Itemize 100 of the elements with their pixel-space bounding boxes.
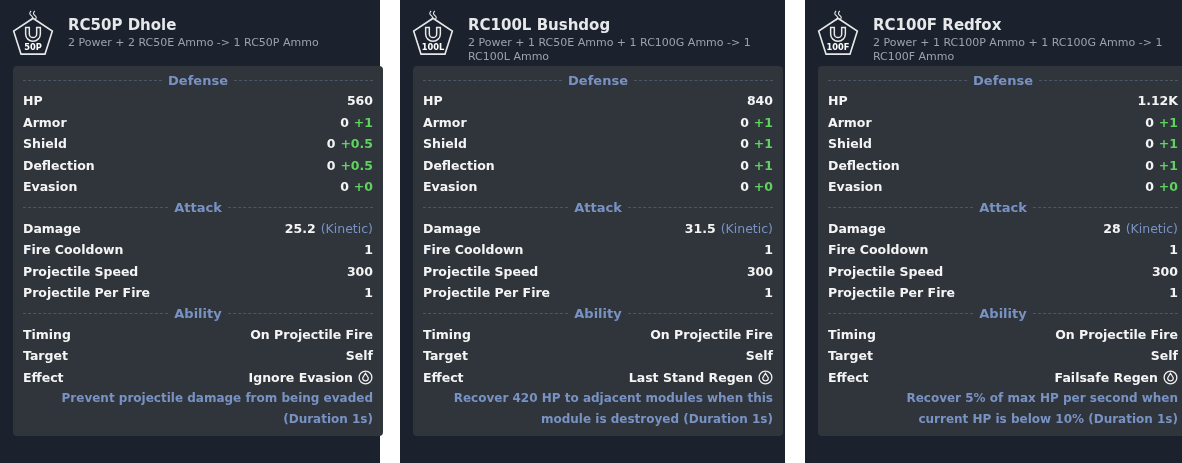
stat-bonus: +1 [753, 157, 773, 173]
stat-label: Target [423, 348, 468, 364]
stat-label: Shield [828, 136, 872, 152]
stat-value: 25.2 [284, 220, 316, 236]
stat-label: Fire Cooldown [828, 242, 929, 258]
stat-value: 560 [346, 93, 373, 109]
stat-bonus: +1 [753, 136, 773, 152]
module-title: RC100F Redfox [873, 16, 1003, 34]
stat-value: 300 [746, 263, 773, 279]
stat-value: 0 [1145, 114, 1154, 130]
stat-label: Fire Cooldown [23, 242, 124, 258]
stat-label: HP [423, 93, 443, 109]
stat-value: 1 [1169, 242, 1178, 258]
stat-label: Evasion [828, 179, 883, 195]
stat-value: 1 [764, 285, 773, 301]
stat-label: Projectile Per Fire [23, 285, 151, 301]
section-heading: Attack [979, 200, 1027, 215]
stat-value: 1 [1169, 285, 1178, 301]
stat-label: Damage [423, 220, 481, 236]
drop-icon [1163, 369, 1178, 385]
stat-value: 0 [740, 157, 749, 173]
stat-value: 300 [346, 263, 373, 279]
recipe-text: 2 Power + 1 RC50E Ammo + 1 RC100G Ammo -> 1 RC100L Ammo [468, 36, 752, 64]
damage-type: (Kinetic) [320, 220, 373, 236]
stat-label: Armor [423, 114, 467, 130]
stat-value: 0 [740, 136, 749, 152]
ability-description: Recover 420 HP to adjacent modules when this module is destroyed (Duration 1s) [453, 390, 773, 428]
stat-label: Effect [23, 369, 64, 385]
stat-value: 0 [1145, 157, 1154, 173]
section-heading: Ability [174, 306, 222, 321]
damage-type: (Kinetic) [720, 220, 773, 236]
stat-value: 0 [340, 114, 349, 130]
stat-value: 840 [746, 93, 773, 109]
section-heading: Ability [574, 306, 622, 321]
stat-value: 0 [1145, 136, 1154, 152]
recipe-text: 2 Power + 1 RC100P Ammo + 1 RC100G Ammo -> 1 RC100F Ammo [873, 36, 1163, 64]
stat-value: Self [745, 348, 773, 364]
stat-label: Evasion [23, 179, 78, 195]
drop-icon [358, 369, 373, 385]
damage-type: (Kinetic) [1125, 220, 1178, 236]
stat-value: 1 [364, 285, 373, 301]
stat-label: Damage [828, 220, 886, 236]
recipe-text: 2 Power + 2 RC50E Ammo -> 1 RC50P Ammo [68, 36, 319, 50]
stat-label: Projectile Per Fire [423, 285, 551, 301]
stat-value: 0 [326, 157, 336, 173]
stat-label: Deflection [23, 157, 95, 173]
stat-label: Armor [23, 114, 67, 130]
stat-label: Timing [23, 326, 71, 342]
stat-label: Timing [828, 326, 876, 342]
stat-value: Self [345, 348, 373, 364]
stat-label: Projectile Per Fire [828, 285, 956, 301]
section-heading: Defense [973, 72, 1033, 88]
stat-value: 0 [340, 179, 349, 195]
stat-label: Projectile Speed [23, 263, 139, 279]
stat-label: Armor [828, 114, 872, 130]
stat-value: On Projectile Fire [650, 326, 773, 342]
stat-value: 1.12K [1137, 93, 1178, 109]
stat-label: Deflection [828, 157, 900, 173]
section-heading: Defense [168, 72, 228, 88]
stat-bonus: +0.5 [340, 157, 373, 173]
stat-value: 0 [326, 136, 336, 152]
stat-value: Self [1150, 348, 1178, 364]
stat-value: 31.5 [684, 220, 716, 236]
stat-bonus: +1 [1158, 157, 1178, 173]
stat-value: 300 [1151, 263, 1178, 279]
stat-label: Evasion [423, 179, 478, 195]
stat-label: Target [23, 348, 68, 364]
drop-icon [758, 369, 773, 385]
stat-label: Timing [423, 326, 471, 342]
stat-value: Ignore Evasion [248, 369, 353, 385]
stat-value: 1 [764, 242, 773, 258]
stat-value: 1 [364, 242, 373, 258]
stat-value: 28 [1103, 220, 1121, 236]
stat-value: Failsafe Regen [1054, 369, 1158, 385]
stat-value: 0 [740, 114, 749, 130]
stat-label: HP [828, 93, 848, 109]
stat-label: Shield [423, 136, 467, 152]
stat-bonus: +0 [753, 179, 773, 195]
section-heading: Attack [174, 200, 222, 215]
stat-bonus: +1 [1158, 136, 1178, 152]
section-heading: Defense [568, 72, 628, 88]
stat-value: 0 [1145, 179, 1154, 195]
stat-bonus: +0 [1158, 179, 1178, 195]
stat-value: On Projectile Fire [1055, 326, 1178, 342]
module-title: RC50P Dhole [68, 16, 178, 34]
stat-label: Projectile Speed [423, 263, 539, 279]
section-heading: Ability [979, 306, 1027, 321]
stat-label: HP [23, 93, 43, 109]
stat-label: Projectile Speed [828, 263, 944, 279]
module-title: RC100L Bushdog [468, 16, 612, 34]
ability-description: Prevent projectile damage from being evaded (Duration 1s) [60, 390, 373, 428]
stat-bonus: +1 [353, 114, 373, 130]
stat-value: On Projectile Fire [250, 326, 373, 342]
stat-bonus: +0 [353, 179, 373, 195]
stat-value: Last Stand Regen [628, 369, 753, 385]
stat-bonus: +1 [1158, 114, 1178, 130]
stat-label: Target [828, 348, 873, 364]
stat-label: Deflection [423, 157, 495, 173]
stat-label: Fire Cooldown [423, 242, 524, 258]
stat-bonus: +1 [753, 114, 773, 130]
